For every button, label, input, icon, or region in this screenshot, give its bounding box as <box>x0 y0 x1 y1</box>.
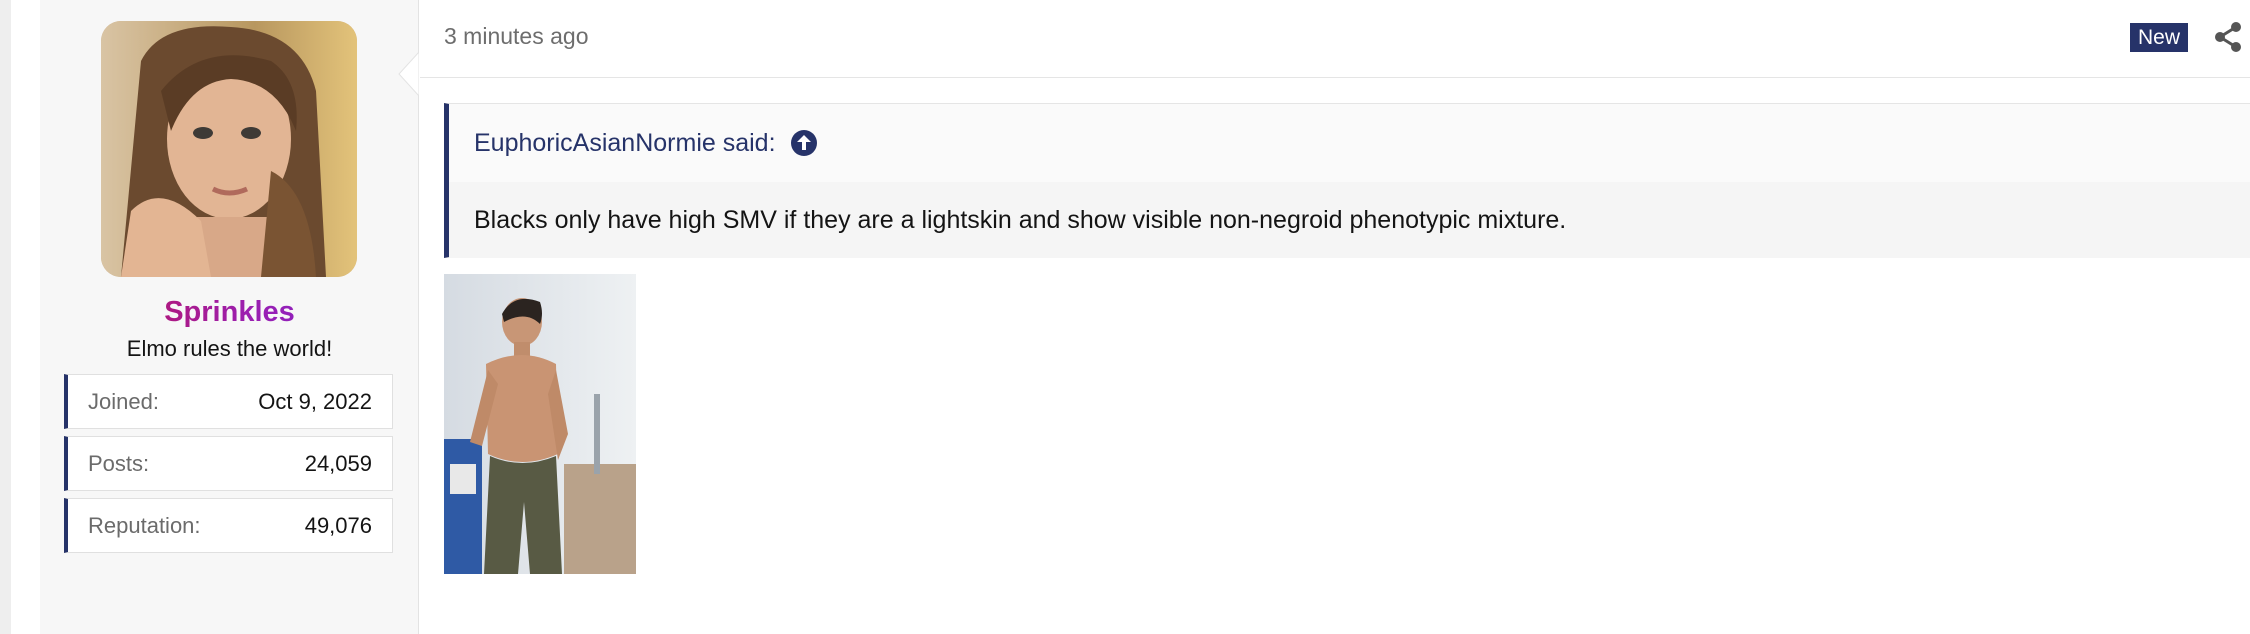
message-header: 3 minutes ago New <box>420 0 2250 78</box>
post-timestamp[interactable]: 3 minutes ago <box>444 23 588 50</box>
quote-author-link[interactable]: EuphoricAsianNormie said: <box>474 129 776 158</box>
quote-block: EuphoricAsianNormie said: Blacks only ha… <box>444 103 2250 258</box>
stat-label: Reputation: <box>88 512 201 538</box>
username-link[interactable]: Sprinkles <box>40 296 419 329</box>
stat-joined: Joined: Oct 9, 2022 <box>64 374 393 429</box>
page-left-gutter <box>0 0 11 634</box>
stat-label: Joined: <box>88 388 159 414</box>
stat-value: 49,076 <box>304 512 372 538</box>
post-attachment-image[interactable] <box>444 274 636 574</box>
message-user-column: Sprinkles Elmo rules the world! Joined: … <box>40 0 419 634</box>
arrow-up-circle-icon[interactable] <box>790 129 818 157</box>
stat-posts: Posts: 24,059 <box>64 436 393 491</box>
new-badge: New <box>2130 23 2189 52</box>
stat-reputation: Reputation: 49,076 <box>64 498 393 553</box>
user-column-pointer <box>398 52 419 96</box>
user-avatar[interactable] <box>101 21 357 277</box>
user-title: Elmo rules the world! <box>126 336 333 361</box>
quote-text: Blacks only have high SMV if they are a … <box>449 182 2250 258</box>
page-left-margin <box>11 0 40 634</box>
stat-label: Posts: <box>88 450 150 476</box>
share-icon[interactable] <box>2214 22 2242 52</box>
quote-header: EuphoricAsianNormie said: <box>449 104 2250 182</box>
stat-value: 24,059 <box>304 450 372 476</box>
stat-value: Oct 9, 2022 <box>258 388 372 414</box>
